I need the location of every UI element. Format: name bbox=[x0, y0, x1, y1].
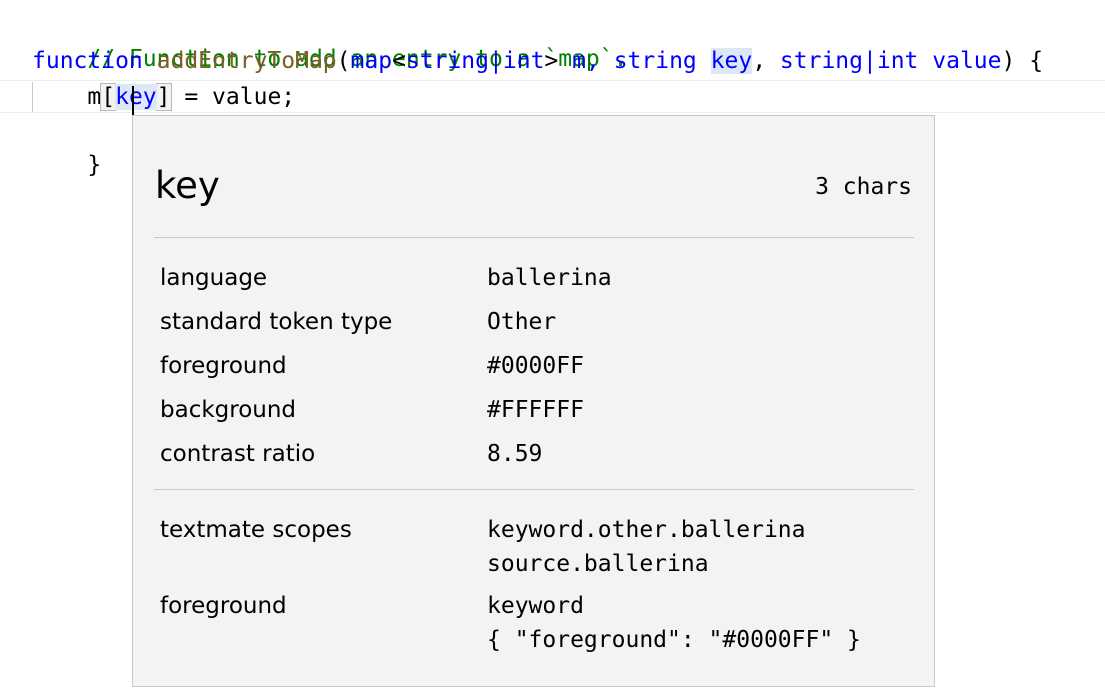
scope-value: source.ballerina bbox=[487, 551, 709, 577]
left-bracket: [ bbox=[100, 83, 117, 111]
param-key: key bbox=[710, 48, 753, 74]
divider bbox=[154, 237, 914, 238]
row-value: #0000FF bbox=[487, 353, 584, 379]
body-key-text: key bbox=[115, 84, 157, 110]
body-key-token: key bbox=[115, 84, 157, 116]
info-row-token-type: standard token type Other bbox=[160, 305, 920, 339]
type-string: string bbox=[405, 48, 490, 74]
code-line-signature[interactable]: function addEntryToMap(map<string|int> m… bbox=[32, 44, 1043, 78]
right-bracket: ] bbox=[155, 83, 172, 111]
info-row-contrast: contrast ratio 8.59 bbox=[160, 437, 920, 471]
type-string: string bbox=[779, 48, 863, 74]
row-label: background bbox=[160, 397, 297, 423]
greater-than: > bbox=[544, 48, 559, 74]
body-assignment: = value; bbox=[170, 84, 296, 110]
info-row-background: background #FFFFFF bbox=[160, 393, 920, 427]
info-row-theme-rule-cont: { "foreground": "#0000FF" } bbox=[160, 623, 920, 657]
info-row-foreground: foreground #0000FF bbox=[160, 349, 920, 383]
code-line-closing[interactable]: } bbox=[32, 114, 101, 178]
keyword-function: function bbox=[32, 48, 143, 74]
divider bbox=[154, 489, 914, 490]
row-value: ballerina bbox=[487, 265, 612, 291]
info-row-theme-rule: foreground keyword bbox=[160, 589, 920, 623]
row-value: Other bbox=[487, 309, 557, 335]
info-row-scopes: textmate scopes keyword.other.ballerina bbox=[160, 513, 920, 547]
type-int: int bbox=[502, 48, 545, 74]
close-paren-brace: ) { bbox=[1001, 48, 1044, 74]
union-pipe: | bbox=[863, 48, 877, 74]
row-label: textmate scopes bbox=[160, 517, 352, 543]
param-m: m, bbox=[558, 48, 600, 74]
body-var-m: m bbox=[32, 84, 102, 110]
row-value: #FFFFFF bbox=[487, 397, 584, 423]
row-label: language bbox=[160, 265, 268, 291]
row-label: contrast ratio bbox=[160, 441, 316, 467]
function-name: addEntryToMap bbox=[156, 48, 337, 74]
text-caret bbox=[132, 86, 135, 116]
row-label: foreground bbox=[160, 353, 287, 379]
token-title: key bbox=[155, 164, 220, 207]
closing-brace: } bbox=[87, 152, 102, 178]
code-line-comment[interactable]: // Function to add an entry to a `map`. bbox=[32, 8, 627, 72]
code-editor[interactable]: // Function to add an entry to a `map`. … bbox=[0, 0, 1105, 695]
param-value: value bbox=[932, 48, 1002, 74]
info-row-scopes-cont: source.ballerina bbox=[160, 547, 920, 581]
theme-rule-settings: { "foreground": "#0000FF" } bbox=[487, 627, 861, 653]
row-label: standard token type bbox=[160, 309, 393, 335]
less-than: < bbox=[392, 48, 406, 74]
info-row-language: language ballerina bbox=[160, 261, 920, 295]
scope-value: keyword.other.ballerina bbox=[487, 517, 806, 543]
type-map: map bbox=[350, 48, 393, 74]
type-string: string bbox=[613, 48, 697, 74]
token-length: 3 chars bbox=[815, 174, 912, 200]
comma: , bbox=[752, 48, 767, 74]
token-inspector-hover: key 3 chars language ballerina standard … bbox=[132, 115, 935, 687]
open-paren: ( bbox=[336, 48, 351, 74]
row-value: 8.59 bbox=[487, 441, 543, 467]
row-label: foreground bbox=[160, 593, 287, 619]
type-int: int bbox=[876, 48, 919, 74]
theme-rule-name: keyword bbox=[487, 593, 584, 619]
code-line-body[interactable]: m[key] = value; bbox=[32, 80, 296, 116]
union-pipe: | bbox=[489, 48, 503, 74]
